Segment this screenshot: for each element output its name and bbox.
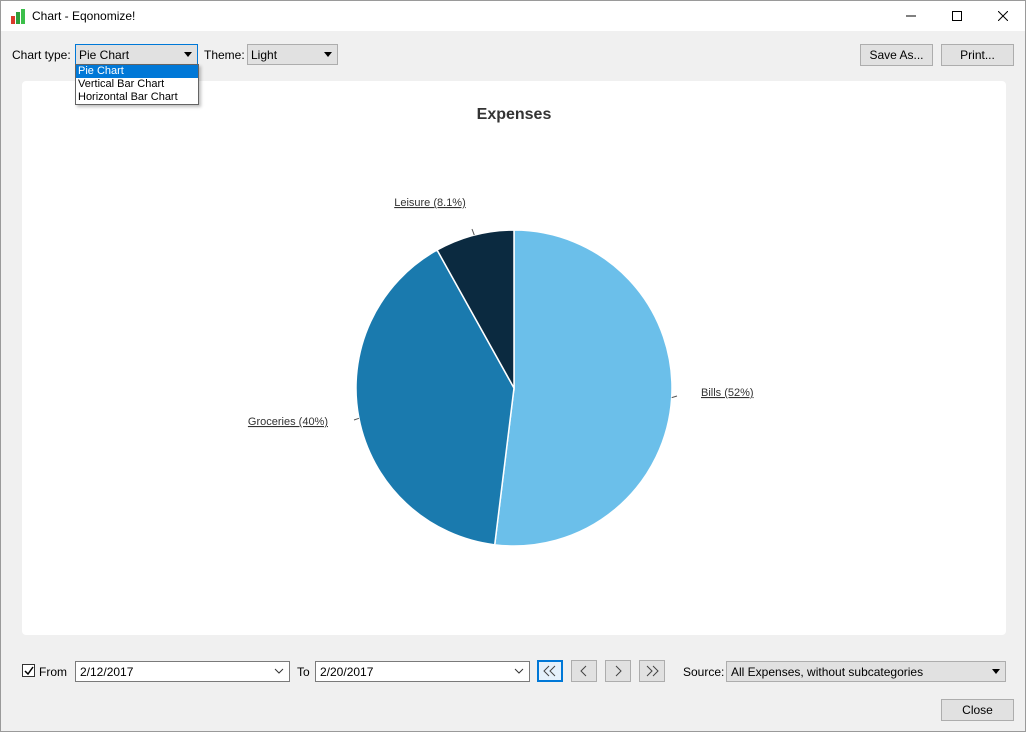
from-label: From — [39, 665, 67, 679]
from-date-value: 2/12/2017 — [80, 665, 134, 679]
maximize-icon — [952, 11, 962, 21]
chart-type-option-horizontal-bar[interactable]: Horizontal Bar Chart — [76, 91, 198, 104]
theme-label: Theme: — [204, 48, 245, 62]
close-button[interactable]: Close — [941, 699, 1014, 721]
chart-title: Expenses — [477, 106, 552, 123]
chevron-down-icon — [514, 668, 524, 674]
chart-type-dropdown: Pie Chart Vertical Bar Chart Horizontal … — [75, 64, 199, 105]
chevron-right-icon — [615, 665, 622, 677]
double-chevron-left-icon — [543, 665, 556, 677]
chevron-left-icon — [580, 665, 587, 677]
source-select[interactable]: All Expenses, without subcategories — [726, 661, 1006, 682]
chart-type-value: Pie Chart — [79, 48, 130, 62]
chevron-down-icon — [184, 52, 192, 57]
chart-app-icon — [11, 9, 25, 24]
pie-label-2: Leisure (8.1%) — [394, 197, 466, 209]
print-button[interactable]: Print... — [941, 44, 1014, 66]
chart-type-select[interactable]: Pie Chart — [75, 44, 198, 65]
chart-type-label: Chart type: — [12, 48, 71, 62]
last-period-button[interactable] — [639, 660, 665, 682]
save-as-button[interactable]: Save As... — [860, 44, 933, 66]
to-date-value: 2/20/2017 — [320, 665, 374, 679]
pie-label-leader-1 — [353, 417, 360, 421]
minimize-icon — [906, 15, 916, 17]
source-label: Source: — [683, 665, 725, 679]
maximize-button[interactable] — [934, 1, 980, 31]
chart-panel: Expenses Bills (52%) Groceries (40%) Leisur… — [22, 81, 1006, 635]
title-bar: Chart - Eqonomize! — [1, 1, 1025, 31]
double-chevron-right-icon — [646, 665, 659, 677]
theme-value: Light — [251, 48, 278, 62]
pie-slice-0 — [493, 229, 673, 547]
from-date-field[interactable]: 2/12/2017 — [75, 661, 290, 682]
chevron-down-icon — [274, 668, 284, 674]
chevron-down-icon — [992, 669, 1000, 674]
close-window-button[interactable] — [980, 1, 1026, 31]
close-icon — [998, 11, 1008, 21]
chevron-down-icon — [324, 52, 332, 57]
first-period-button[interactable] — [537, 660, 563, 682]
to-label: To — [297, 665, 310, 679]
pie-chart: Expenses Bills (52%) Groceries (40%) Leisur… — [248, 106, 754, 547]
pie-label-0: Bills (52%) — [701, 387, 754, 399]
previous-period-button[interactable] — [571, 660, 597, 682]
next-period-button[interactable] — [605, 660, 631, 682]
chart-type-option-pie[interactable]: Pie Chart — [76, 65, 198, 78]
pie-label-1: Groceries (40%) — [248, 416, 328, 428]
chart-type-option-vertical-bar[interactable]: Vertical Bar Chart — [76, 78, 198, 91]
minimize-button[interactable] — [888, 1, 934, 31]
pie-label-leader-2 — [471, 228, 475, 236]
theme-select[interactable]: Light — [247, 44, 338, 65]
checkmark-icon — [23, 666, 34, 675]
source-value: All Expenses, without subcategories — [731, 665, 924, 679]
window-title: Chart - Eqonomize! — [32, 9, 136, 23]
from-checkbox[interactable] — [22, 664, 35, 677]
to-date-field[interactable]: 2/20/2017 — [315, 661, 530, 682]
chart-window: Chart - Eqonomize! Chart type: Pie Chart… — [0, 0, 1026, 732]
